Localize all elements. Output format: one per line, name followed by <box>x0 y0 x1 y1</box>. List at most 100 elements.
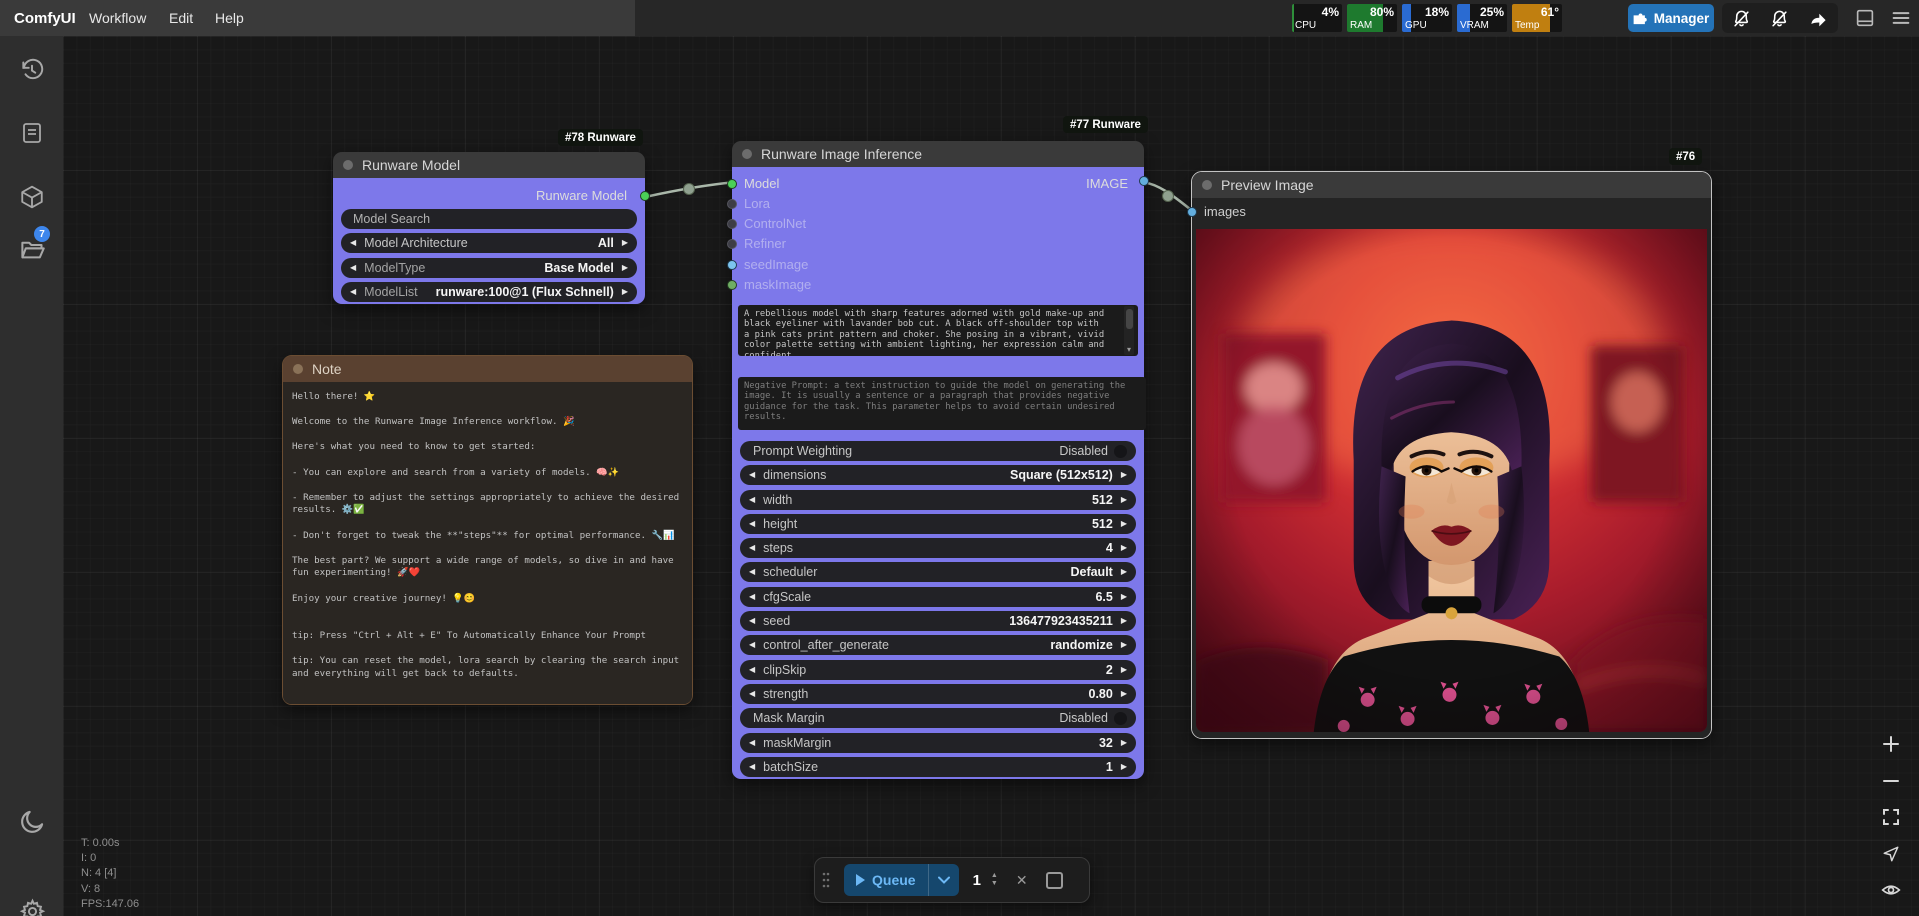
combo-left-arrow[interactable]: ◀ <box>749 471 755 479</box>
bell-icon[interactable] <box>1770 8 1790 28</box>
widget-strength[interactable]: ◀ strength 0.80 ▶ <box>740 684 1136 704</box>
combo-right-arrow[interactable]: ▶ <box>622 288 628 296</box>
collapse-dot-icon[interactable] <box>343 160 353 170</box>
menu-comfyui[interactable]: ComfyUI <box>14 0 76 36</box>
node-runware-model[interactable]: Runware Model Runware Model Model Search… <box>333 152 645 304</box>
zoom-in-icon[interactable] <box>1878 731 1904 757</box>
combo-right-arrow[interactable]: ▶ <box>1121 641 1127 649</box>
input-slot-refiner[interactable]: Refiner <box>727 236 786 251</box>
count-up-icon[interactable]: ▲ <box>991 872 998 880</box>
combo-left-arrow[interactable]: ◀ <box>350 239 356 247</box>
menu-workflow[interactable]: Workflow <box>89 0 146 36</box>
node-runware-image-inference[interactable]: Runware Image Inference Model Lora Contr… <box>732 141 1144 779</box>
widget-clipskip[interactable]: ◀ clipSkip 2 ▶ <box>740 660 1136 680</box>
slot-dot[interactable] <box>727 219 737 229</box>
queue-button[interactable]: Queue <box>844 864 959 896</box>
widget-batchsize[interactable]: ◀ batchSize 1 ▶ <box>740 757 1136 777</box>
combo-left-arrow[interactable]: ◀ <box>749 641 755 649</box>
collapse-dot-icon[interactable] <box>293 364 303 374</box>
combo-right-arrow[interactable]: ▶ <box>1121 690 1127 698</box>
bell-icon[interactable] <box>1731 8 1751 28</box>
widget-dimensions[interactable]: ◀ dimensions Square (512x512) ▶ <box>740 465 1136 485</box>
combo-left-arrow[interactable]: ◀ <box>350 264 356 272</box>
settings-gear-icon[interactable] <box>17 896 47 916</box>
slot-dot[interactable] <box>1187 207 1197 217</box>
combo-right-arrow[interactable]: ▶ <box>1121 763 1127 771</box>
combo-right-arrow[interactable]: ▶ <box>1121 617 1127 625</box>
combo-left-arrow[interactable]: ◀ <box>350 288 356 296</box>
output-slot-image[interactable] <box>1139 176 1149 186</box>
slot-dot[interactable] <box>727 260 737 270</box>
model-search-input[interactable]: Model Search <box>341 209 637 229</box>
widget-scheduler[interactable]: ◀ scheduler Default ▶ <box>740 562 1136 582</box>
select-mode-icon[interactable] <box>1878 841 1904 867</box>
combo-right-arrow[interactable]: ▶ <box>1121 544 1127 552</box>
widget-control-after-generate[interactable]: ◀ control_after_generate randomize ▶ <box>740 635 1136 655</box>
combo-left-arrow[interactable]: ◀ <box>749 568 755 576</box>
combo-right-arrow[interactable]: ▶ <box>1121 739 1127 747</box>
widget-cfgscale[interactable]: ◀ cfgScale 6.5 ▶ <box>740 587 1136 607</box>
node-header[interactable]: Runware Model <box>333 152 645 178</box>
note-text[interactable]: Hello there! ⭐ Welcome to the Runware Im… <box>283 382 692 704</box>
clear-queue-icon[interactable]: ✕ <box>1016 872 1028 889</box>
widget-steps[interactable]: ◀ steps 4 ▶ <box>740 538 1136 558</box>
fit-view-icon[interactable] <box>1878 804 1904 830</box>
input-slot-model[interactable]: Model <box>727 176 779 191</box>
node-header[interactable]: Runware Image Inference <box>732 141 1144 167</box>
share-icon[interactable] <box>1809 8 1829 28</box>
widget-height[interactable]: ◀ height 512 ▶ <box>740 514 1136 534</box>
combo-right-arrow[interactable]: ▶ <box>1121 471 1127 479</box>
combo-right-arrow[interactable]: ▶ <box>1121 496 1127 504</box>
slot-dot[interactable] <box>727 280 737 290</box>
theme-toggle-icon[interactable] <box>17 806 47 836</box>
positive-prompt-textarea[interactable]: A rebellious model with sharp features a… <box>738 305 1138 356</box>
node-note[interactable]: Note Hello there! ⭐ Welcome to the Runwa… <box>282 355 693 705</box>
widget-model-type[interactable]: ◀ ModelType Base Model ▶ <box>341 258 637 278</box>
combo-right-arrow[interactable]: ▶ <box>1121 593 1127 601</box>
collapse-dot-icon[interactable] <box>742 149 752 159</box>
queue-history-icon[interactable] <box>17 55 47 85</box>
slot-dot[interactable] <box>727 239 737 249</box>
stop-icon[interactable] <box>1046 872 1063 889</box>
widget-prompt-weighting[interactable]: Prompt Weighting Disabled <box>740 441 1136 461</box>
widget-seed[interactable]: ◀ seed 136477923435211 ▶ <box>740 611 1136 631</box>
combo-left-arrow[interactable]: ◀ <box>749 617 755 625</box>
widget-width[interactable]: ◀ width 512 ▶ <box>740 490 1136 510</box>
menu-help[interactable]: Help <box>215 0 244 36</box>
textarea-scrollbar[interactable]: ▾ <box>1124 306 1134 355</box>
toggle-visibility-eye-icon[interactable] <box>1878 877 1904 903</box>
input-slot-maskimage[interactable]: maskImage <box>727 277 811 292</box>
menu-edit[interactable]: Edit <box>169 0 193 36</box>
input-slot-controlnet[interactable]: ControlNet <box>727 216 806 231</box>
widget-maskmargin[interactable]: ◀ maskMargin 32 ▶ <box>740 733 1136 753</box>
manager-button[interactable]: Manager <box>1628 4 1714 32</box>
count-down-icon[interactable]: ▼ <box>991 880 998 888</box>
collapse-dot-icon[interactable] <box>1202 180 1212 190</box>
combo-right-arrow[interactable]: ▶ <box>1121 520 1127 528</box>
combo-right-arrow[interactable]: ▶ <box>1121 666 1127 674</box>
output-slot-images[interactable]: images <box>1187 204 1246 219</box>
output-slot-model[interactable] <box>640 191 650 201</box>
combo-left-arrow[interactable]: ◀ <box>749 690 755 698</box>
input-slot-lora[interactable]: Lora <box>727 196 770 211</box>
panel-drag-handle[interactable] <box>822 871 830 889</box>
hamburger-menu-icon[interactable] <box>1891 8 1911 28</box>
combo-left-arrow[interactable]: ◀ <box>749 763 755 771</box>
combo-left-arrow[interactable]: ◀ <box>749 666 755 674</box>
combo-right-arrow[interactable]: ▶ <box>1121 568 1127 576</box>
combo-right-arrow[interactable]: ▶ <box>622 264 628 272</box>
batch-count-input[interactable]: 1 ▲ ▼ <box>969 872 998 889</box>
node-header[interactable]: Preview Image <box>1192 172 1711 198</box>
node-library-icon[interactable] <box>17 118 47 148</box>
widget-model-list[interactable]: ◀ ModelList runware:100@1 (Flux Schnell)… <box>341 282 637 302</box>
queue-options-chevron[interactable] <box>928 864 959 896</box>
combo-left-arrow[interactable]: ◀ <box>749 593 755 601</box>
combo-left-arrow[interactable]: ◀ <box>749 739 755 747</box>
combo-left-arrow[interactable]: ◀ <box>749 496 755 504</box>
slot-dot[interactable] <box>727 179 737 189</box>
model-library-icon[interactable] <box>17 182 47 212</box>
input-slot-seedimage[interactable]: seedImage <box>727 257 808 272</box>
negative-prompt-textarea[interactable]: Negative Prompt: a text instruction to g… <box>738 377 1146 430</box>
slot-dot[interactable] <box>727 199 737 209</box>
zoom-out-icon[interactable] <box>1878 768 1904 794</box>
